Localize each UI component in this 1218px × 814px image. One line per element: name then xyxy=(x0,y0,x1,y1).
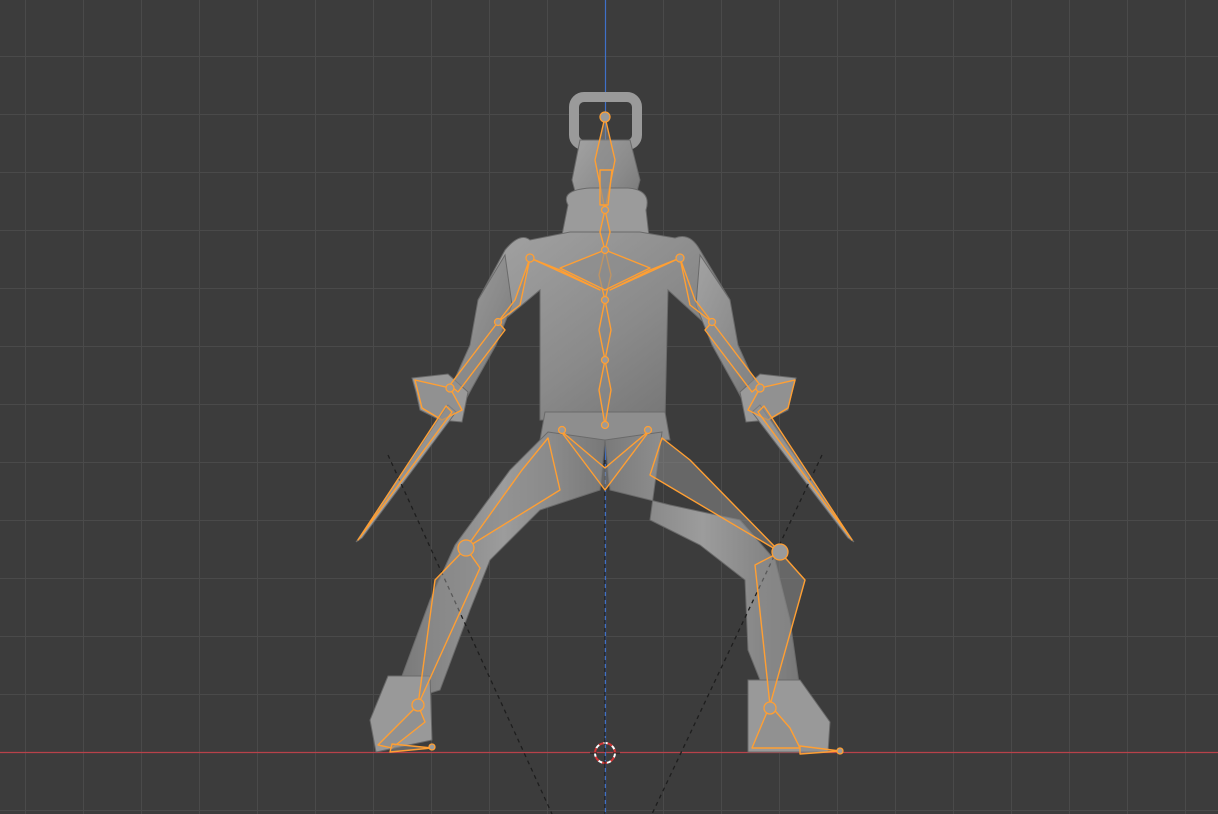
3d-viewport[interactable] xyxy=(0,0,1218,814)
viewport-canvas[interactable] xyxy=(0,0,1218,814)
bone-toe-l xyxy=(389,743,433,753)
bone-blade-l xyxy=(357,405,453,541)
